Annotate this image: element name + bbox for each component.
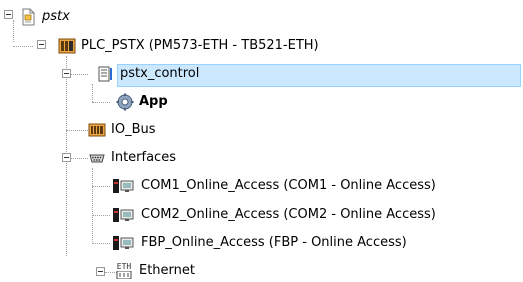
- tree-node-interfaces[interactable]: Interfaces: [88, 147, 176, 169]
- collapse-toggle-pstx[interactable]: [4, 10, 13, 19]
- tree-node-ethernet[interactable]: ETH Ethernet: [114, 260, 195, 282]
- tree-node-plc[interactable]: PLC_PSTX (PM573-ETH - TB521-ETH): [58, 35, 319, 57]
- ethernet-icon: ETH: [114, 262, 134, 280]
- tree-line: [92, 243, 110, 244]
- tree-node-label: App: [139, 94, 168, 109]
- tree-node-app[interactable]: App: [116, 91, 168, 113]
- tree-node-label: IO_Bus: [111, 122, 156, 137]
- tree-node-label: COM1_Online_Access (COM1 - Online Access…: [141, 178, 436, 193]
- interface-connector-icon: [88, 149, 106, 167]
- collapse-toggle-interfaces[interactable]: [62, 153, 71, 162]
- tree-node-label: COM2_Online_Access (COM2 - Online Access…: [141, 207, 436, 222]
- application-icon: [97, 65, 115, 83]
- gear-icon: [116, 93, 134, 111]
- online-access-icon: [112, 177, 136, 195]
- tree-node-label: Ethernet: [139, 263, 195, 278]
- ethernet-icon-text: ETH: [116, 262, 132, 271]
- tree-line: [92, 102, 110, 103]
- tree-line: [92, 84, 93, 102]
- tree-node-label: FBP_Online_Access (FBP - Online Access): [141, 235, 407, 250]
- tree-node-pstx[interactable]: pstx: [19, 6, 70, 28]
- tree-line: [70, 74, 88, 75]
- tree-node-fbp-online-access[interactable]: FBP_Online_Access (FBP - Online Access): [112, 232, 407, 254]
- tree-node-label: Interfaces: [111, 150, 176, 165]
- io-bus-icon: [88, 121, 106, 139]
- tree-node-label: pstx_control: [120, 66, 200, 81]
- tree-node-io-bus[interactable]: IO_Bus: [88, 119, 156, 141]
- online-access-icon: [112, 206, 136, 224]
- tree-line: [92, 168, 93, 244]
- tree-line: [92, 186, 110, 187]
- collapse-toggle-plc[interactable]: [37, 40, 46, 49]
- project-tree: pstx PLC_PSTX (PM573-ETH - TB521-ETH) ps…: [0, 0, 523, 282]
- tree-line: [13, 20, 14, 42]
- tree-node-com1-online-access[interactable]: COM1_Online_Access (COM1 - Online Access…: [112, 175, 436, 197]
- online-access-icon: [112, 234, 136, 252]
- collapse-toggle-ethernet[interactable]: [96, 267, 105, 276]
- tree-node-pstx-control[interactable]: pstx_control: [97, 63, 199, 85]
- tree-node-label: pstx: [42, 9, 70, 24]
- project-file-icon: [19, 8, 37, 26]
- plc-device-icon: [58, 37, 76, 55]
- tree-node-com2-online-access[interactable]: COM2_Online_Access (COM2 - Online Access…: [112, 204, 436, 226]
- tree-node-label: PLC_PSTX (PM573-ETH - TB521-ETH): [81, 38, 319, 53]
- collapse-toggle-pstx-control[interactable]: [62, 69, 71, 78]
- tree-line: [13, 46, 33, 47]
- tree-line: [92, 215, 110, 216]
- tree-line: [66, 130, 88, 131]
- tree-line: [70, 158, 88, 159]
